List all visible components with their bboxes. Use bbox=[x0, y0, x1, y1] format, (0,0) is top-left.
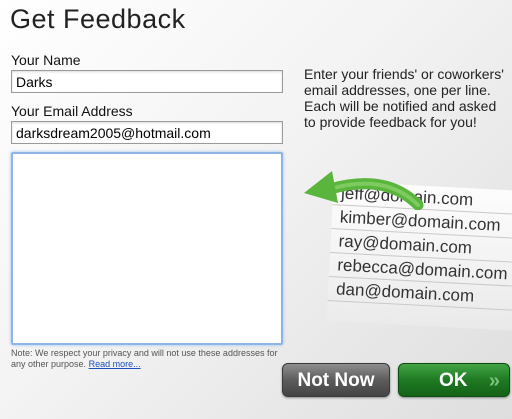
recipients-textarea[interactable] bbox=[11, 152, 283, 345]
double-chevron-right-icon: » bbox=[488, 370, 500, 392]
not-now-button[interactable]: Not Now bbox=[282, 363, 390, 397]
curved-arrow-icon bbox=[304, 171, 424, 210]
your-email-label: Your Email Address bbox=[11, 103, 133, 119]
ok-button-label: OK bbox=[439, 370, 468, 391]
instructions-text: Enter your friends' or coworkers' email … bbox=[304, 66, 504, 130]
your-email-input[interactable] bbox=[11, 121, 283, 144]
privacy-note: Note: We respect your privacy and will n… bbox=[11, 348, 286, 370]
read-more-link[interactable]: Read more... bbox=[89, 359, 141, 369]
your-name-label: Your Name bbox=[11, 52, 81, 68]
dialog-title: Get Feedback bbox=[10, 4, 186, 34]
ok-button[interactable]: OK » bbox=[398, 363, 510, 397]
privacy-text: Note: We respect your privacy and will n… bbox=[11, 348, 278, 369]
your-name-input[interactable] bbox=[11, 70, 283, 93]
